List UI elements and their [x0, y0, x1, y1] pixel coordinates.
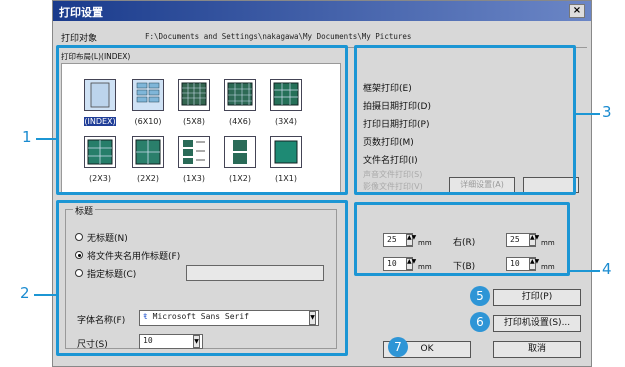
callout-7: 7: [388, 337, 408, 357]
print-button[interactable]: 打印(P): [493, 289, 581, 306]
callout-6: 6: [470, 312, 490, 332]
callout-3: 3: [602, 103, 612, 121]
callout-2: 2: [20, 284, 30, 302]
highlight-margins: [354, 202, 570, 276]
highlight-title: [56, 200, 348, 356]
highlight-layout: [56, 45, 348, 195]
print-target-label: 打印对象: [61, 34, 98, 44]
callout-line: [34, 294, 56, 296]
highlight-print-options: [354, 45, 576, 195]
callout-5: 5: [470, 286, 490, 306]
callout-1: 1: [22, 128, 32, 146]
dialog-titlebar: 打印设置 ×: [53, 1, 591, 21]
dialog-title: 打印设置: [59, 6, 103, 19]
callout-4: 4: [602, 260, 612, 278]
close-icon[interactable]: ×: [569, 4, 585, 18]
print-target-path: F:\Documents and Settings\nakagawa\My Do…: [145, 32, 412, 41]
callout-line: [576, 113, 600, 115]
callout-line: [570, 270, 600, 272]
callout-line: [36, 138, 56, 140]
cancel-button[interactable]: 取消: [493, 341, 581, 358]
screenshot: 打印设置 × 打印对象 F:\Documents and Settings\na…: [0, 0, 625, 367]
printer-setup-button[interactable]: 打印机设置(S)...: [493, 315, 581, 332]
